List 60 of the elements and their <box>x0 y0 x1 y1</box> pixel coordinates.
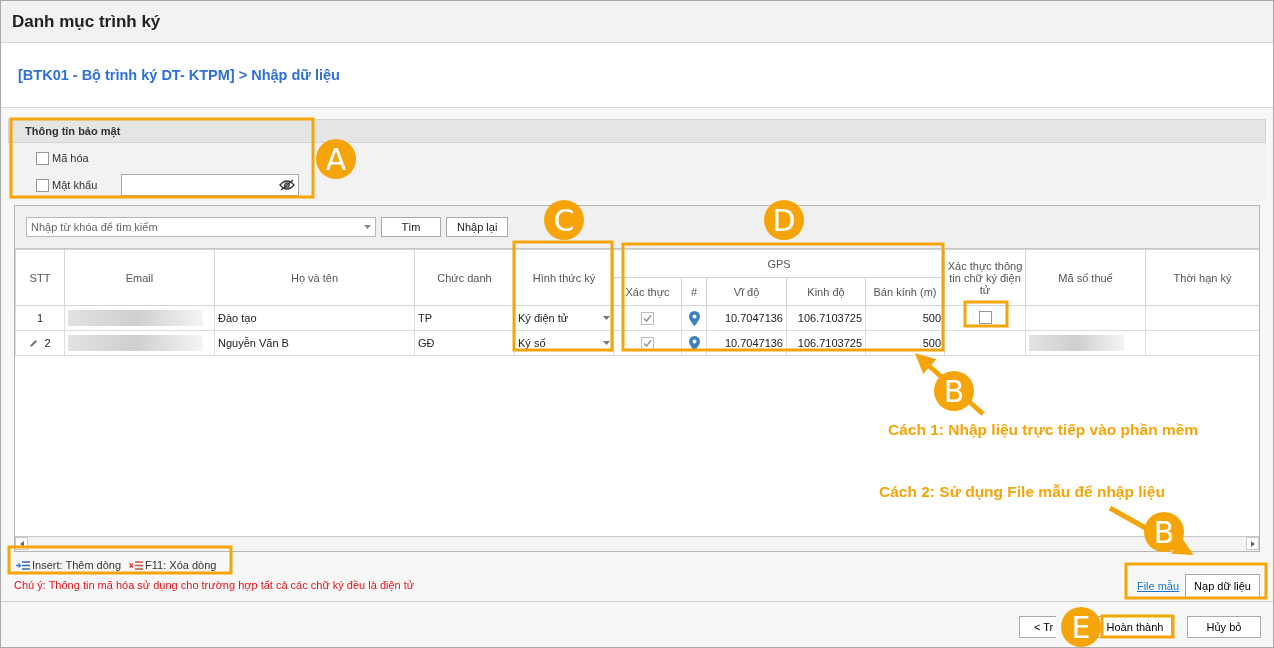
checkbox[interactable] <box>36 178 49 192</box>
shortcut-hint: Insert: Thêm dòng <box>32 559 122 571</box>
checkbox[interactable] <box>36 151 49 165</box>
toolbar-button[interactable]: Tìm <box>381 217 441 237</box>
arrow-right-icon[interactable] <box>1250 540 1255 547</box>
column-header: Kinh độ <box>786 277 866 306</box>
checkbox-label: Mã hóa <box>52 152 90 164</box>
search-field[interactable]: Nhập từ khóa để tìm kiếm <box>26 217 376 237</box>
column-header: Thời hạn ký <box>1145 249 1259 306</box>
insert-row-icon <box>16 560 30 570</box>
table-cell: 106.7103725 <box>797 312 862 324</box>
arrow-left-icon[interactable] <box>19 540 24 547</box>
table-cell[interactable]: Ký số <box>518 337 546 349</box>
caret-icon[interactable] <box>603 341 610 345</box>
eye-slash-icon[interactable] <box>279 179 295 191</box>
scroll-right-button[interactable] <box>1246 537 1259 550</box>
column-header: Mã số thuế <box>1025 249 1146 306</box>
table-cell: 10.7047136 <box>724 337 783 349</box>
load-data-button[interactable]: Nạp dữ liệu <box>1185 574 1260 598</box>
column-header: Chức danh <box>414 249 515 306</box>
table-cell: 1 <box>36 312 44 324</box>
table-cell: 106.7103725 <box>797 337 862 349</box>
dialog-button[interactable]: Hủy bỏ <box>1187 616 1261 638</box>
group-title: Thông tin bảo mật <box>25 125 121 137</box>
toolbar-button[interactable]: Nhập lại <box>446 217 509 237</box>
template-file-link[interactable]: File mẫu <box>1136 580 1180 592</box>
checkbox[interactable] <box>641 336 654 350</box>
table-cell: Nguyễn Văn B <box>218 337 289 349</box>
table-cell: TP <box>418 312 433 324</box>
warning-note: Chú ý: Thông tin mã hóa sử dụng cho trường hợp tất cả các chữ ký đều là điện tử <box>14 579 415 591</box>
callout-caption: Cách 2: Sử dụng File mẫu để nhập liệu <box>879 483 1165 501</box>
delete-row-icon <box>129 560 144 570</box>
checkbox-label: Mật khẩu <box>52 179 99 191</box>
breadcrumb: [BTK01 - Bộ trình ký DT- KTPM] > Nhập dữ liệu <box>18 67 340 83</box>
column-header: Họ và tên <box>214 249 415 306</box>
table-cell: 2 <box>44 337 51 349</box>
column-group-header: GPS <box>613 249 945 278</box>
map-pin-icon[interactable] <box>688 335 700 351</box>
window-title: Danh mục trình ký <box>12 11 161 32</box>
column-header: STT <box>15 249 65 306</box>
dialog-button[interactable]: < Tr <box>1019 616 1056 638</box>
table-cell: Đào tạo <box>218 312 257 324</box>
highlight-frame <box>963 300 1009 328</box>
column-header: Vĩ độ <box>706 277 787 306</box>
checkbox[interactable] <box>641 311 654 325</box>
column-header: Xác thực thông tin chữ ký điện tử <box>944 249 1026 306</box>
table-cell: GĐ <box>418 337 435 349</box>
table-cell: 10.7047136 <box>724 312 783 324</box>
caret-icon[interactable] <box>603 316 610 320</box>
column-header: Hình thức ký <box>514 249 614 306</box>
table-cell: 500 <box>922 312 942 324</box>
callout-marker: E <box>1061 607 1101 647</box>
callout-caption: Cách 1: Nhập liệu trực tiếp vào phần mềm <box>888 421 1199 439</box>
checkbox[interactable] <box>978 310 992 324</box>
map-pin-icon[interactable] <box>688 310 700 326</box>
shortcut-hint: F11: Xóa dòng <box>145 559 217 571</box>
table-cell: 500 <box>922 337 942 349</box>
column-header: Email <box>64 249 215 306</box>
password-field[interactable] <box>121 174 299 196</box>
caret-icon[interactable] <box>364 225 371 229</box>
